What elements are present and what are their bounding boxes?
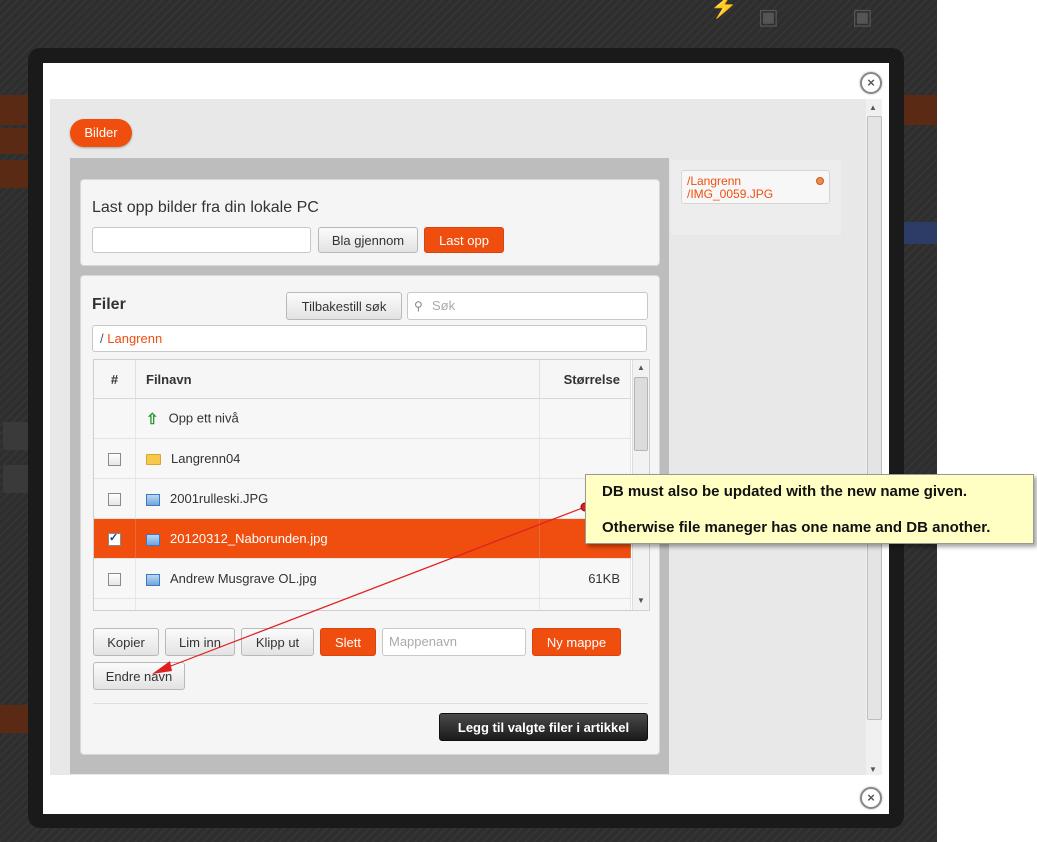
backdrop-save-close-icon: ▣ [852,4,873,29]
file-name-cell[interactable]: 20120312_Naborunden.jpg [135,518,540,559]
column-header-name[interactable]: Filnavn [135,360,540,399]
row-checkbox[interactable] [108,453,121,467]
column-header-size[interactable]: Størrelse [539,360,631,399]
table-scrollbar-thumb[interactable] [634,377,648,451]
file-size [539,598,631,610]
folder-icon [146,454,161,466]
row-checkbox-cell [94,598,136,610]
add-selected-files-button[interactable]: Legg til valgte filer i artikkel [439,713,648,741]
search-placeholder: Søk [432,298,456,313]
scroll-up-arrow-icon[interactable]: ▲ [869,103,877,112]
file-name-cell[interactable]: Andrew Musgrave OL.jpg [135,558,540,599]
scroll-down-arrow-icon[interactable]: ▼ [869,765,877,774]
reset-search-button[interactable]: Tilbakestill søk [286,292,402,320]
file-name-cell[interactable]: Langrenn04 [135,438,540,479]
annotation-callout: DB must also be updated with the new nam… [585,474,1034,544]
table-scroll-down-icon[interactable]: ▼ [637,596,645,605]
file-size: 61KB [539,558,631,599]
cut-button[interactable]: Klipp ut [241,628,314,656]
file-name-cell[interactable] [135,598,540,610]
selected-file-item[interactable]: /Langrenn /IMG_0059.JPG [681,170,830,204]
files-title: Filer [92,296,126,313]
table-row-up[interactable]: ⇧ Opp ett nivå [94,398,631,439]
copy-button[interactable]: Kopier [93,628,159,656]
row-checkbox-cell [94,478,136,519]
file-name-cell[interactable]: ⇧ Opp ett nivå [135,398,540,439]
rename-button[interactable]: Endre navn [93,662,185,690]
table-row[interactable]: Andrew Musgrave OL.jpg 61KB [94,558,631,599]
new-folder-button[interactable]: Ny mappe [532,628,621,656]
table-scroll-up-icon[interactable]: ▲ [637,363,645,372]
table-row[interactable]: 2001rulleski.JPG 10 [94,478,631,519]
breadcrumb-separator: / [100,331,104,346]
image-file-icon [146,573,160,586]
close-button-bottom[interactable]: × [860,787,882,809]
file-size [539,438,631,479]
row-checkbox-cell [94,518,136,559]
callout-line-2: Otherwise file maneger has one name and … [602,519,991,536]
upload-title: Last opp bilder fra din lokale PC [92,199,319,216]
browse-button[interactable]: Bla gjennom [318,227,418,253]
file-name: 2001rulleski.JPG [170,491,269,506]
table-row-partial[interactable] [94,598,631,610]
breadcrumb-folder-link[interactable]: Langrenn [107,331,162,346]
delete-button[interactable]: Slett [320,628,376,656]
file-name: Langrenn04 [171,451,241,466]
file-name: Opp ett nivå [168,409,239,425]
table-row-selected[interactable]: 20120312_Naborunden.jpg 2 [94,518,631,559]
search-input[interactable]: ⚲ Søk [407,292,648,320]
search-icon: ⚲ [414,299,423,313]
folder-name-input[interactable]: Mappenavn [382,628,526,656]
close-button-top[interactable]: × [860,72,882,94]
upload-file-input[interactable] [92,227,311,253]
file-name: Andrew Musgrave OL.jpg [170,571,317,586]
selected-file-name: /IMG_0059.JPG [687,187,774,201]
file-name-cell[interactable]: 2001rulleski.JPG [135,478,540,519]
remove-selected-icon[interactable] [816,177,824,185]
file-size [539,398,631,439]
file-name: 20120312_Naborunden.jpg [170,531,328,546]
row-checkbox[interactable] [108,573,121,587]
backdrop-bolt-icon: ⚡ [710,0,738,19]
row-checkbox[interactable] [108,493,121,507]
divider [93,703,648,704]
backdrop-strip [0,705,30,733]
row-checkbox-checked[interactable] [108,531,121,547]
upload-button[interactable]: Last opp [424,227,504,253]
row-checkbox-cell [94,398,136,439]
backdrop-strip [0,160,30,188]
row-checkbox-cell [94,438,136,479]
backdrop-strip [0,95,30,125]
image-file-icon [146,493,160,506]
image-file-icon [146,533,160,546]
backdrop-strip [0,128,30,154]
backdrop-save-icon: ▣ [758,4,779,29]
dialog-scrollbar[interactable]: ▲ ▼ [866,99,882,775]
column-header-num: # [94,360,136,399]
file-table: # Filnavn Størrelse ⇧ Opp ett nivå Langre… [93,359,650,611]
scrollbar-thumb[interactable] [867,116,882,720]
up-arrow-icon: ⇧ [146,410,159,428]
tab-bilder[interactable]: Bilder [70,119,132,147]
paste-button[interactable]: Lim inn [165,628,235,656]
callout-line-1: DB must also be updated with the new nam… [602,483,968,500]
breadcrumb: / Langrenn [92,325,647,352]
row-checkbox-cell [94,558,136,599]
table-row[interactable]: Langrenn04 [94,438,631,479]
